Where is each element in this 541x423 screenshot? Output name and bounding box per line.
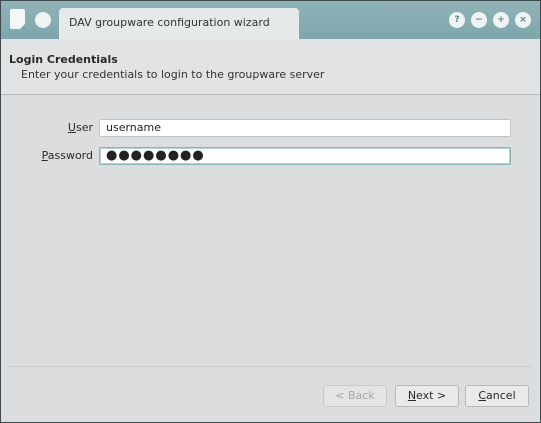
cancel-label: ancel [486, 389, 516, 402]
password-label-text: assword [47, 149, 93, 162]
user-input[interactable]: username [99, 119, 511, 137]
button-divider [9, 366, 531, 367]
user-label-text: ser [75, 121, 93, 134]
next-accelerator: N [407, 389, 417, 402]
title-bar[interactable]: DAV groupware configuration wizard ? − +… [1, 1, 540, 39]
page-subtitle: Enter your credentials to login to the g… [21, 68, 325, 81]
user-label: User [1, 121, 93, 134]
cancel-accelerator: C [478, 389, 487, 402]
back-button[interactable]: < Back [323, 385, 387, 407]
help-icon[interactable]: ? [449, 12, 465, 28]
next-button[interactable]: Next > [395, 385, 459, 407]
wizard-window: DAV groupware configuration wizard ? − +… [0, 0, 541, 423]
maximize-icon[interactable]: + [493, 12, 509, 28]
password-input[interactable]: ●●●●●●●● [99, 147, 511, 165]
next-label: ext > [416, 389, 447, 402]
application-menu-icon[interactable] [10, 9, 25, 29]
close-icon[interactable]: × [515, 12, 531, 28]
page-title: Login Credentials [9, 53, 118, 66]
password-label: Password [1, 149, 93, 162]
user-label-accelerator: U [67, 121, 76, 134]
cancel-button[interactable]: Cancel [465, 385, 529, 407]
window-title: DAV groupware configuration wizard [59, 8, 299, 39]
minimize-icon[interactable]: − [471, 12, 487, 28]
keep-above-icon[interactable] [35, 12, 51, 28]
wizard-page-header: Login Credentials Enter your credentials… [1, 39, 540, 95]
